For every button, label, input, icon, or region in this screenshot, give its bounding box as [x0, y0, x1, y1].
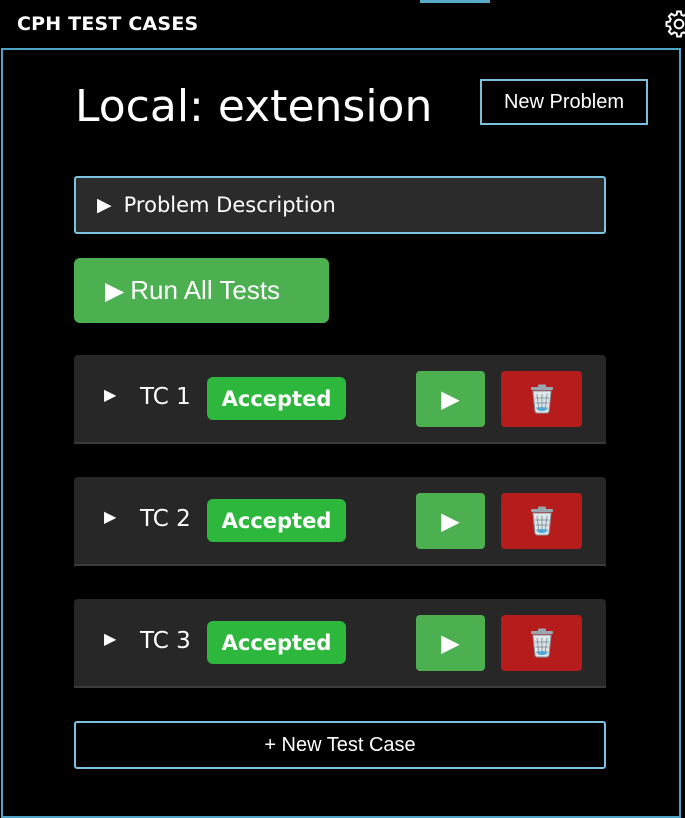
play-icon: ▶: [441, 629, 460, 657]
trash-icon: [530, 628, 553, 658]
expand-arrow-icon[interactable]: ▶: [104, 507, 116, 526]
run-test-button[interactable]: ▶: [416, 615, 485, 671]
run-all-tests-label: Run All Tests: [130, 275, 281, 305]
gear-icon[interactable]: [664, 9, 685, 39]
problem-description-label: Problem Description: [123, 193, 336, 217]
test-case-name: TC 1: [140, 384, 191, 410]
play-icon: ▶: [105, 276, 125, 305]
panel-title: CPH TEST CASES: [17, 13, 199, 35]
trash-icon: [530, 506, 553, 536]
new-problem-button[interactable]: New Problem: [480, 79, 648, 125]
test-case-row: ▶ TC 2 Accepted ▶: [74, 477, 606, 566]
expand-arrow-icon[interactable]: ▶: [104, 385, 116, 404]
test-case-name: TC 3: [140, 628, 191, 654]
problem-description-toggle[interactable]: ▶ Problem Description: [74, 176, 606, 234]
active-tab-indicator: [420, 0, 490, 3]
delete-test-button[interactable]: [501, 493, 582, 549]
page-title: Local: extension: [75, 81, 433, 132]
expand-arrow-icon[interactable]: ▶: [104, 629, 116, 648]
status-badge: Accepted: [207, 621, 346, 664]
test-case-row: ▶ TC 1 Accepted ▶: [74, 355, 606, 444]
play-icon: ▶: [441, 507, 460, 535]
new-test-case-button[interactable]: + New Test Case: [74, 721, 606, 769]
run-test-button[interactable]: ▶: [416, 371, 485, 427]
panel-header: CPH TEST CASES: [0, 0, 685, 48]
status-badge: Accepted: [207, 499, 346, 542]
delete-test-button[interactable]: [501, 615, 582, 671]
test-case-name: TC 2: [140, 506, 191, 532]
run-test-button[interactable]: ▶: [416, 493, 485, 549]
test-case-row: ▶ TC 3 Accepted ▶: [74, 599, 606, 688]
expand-arrow-icon: ▶: [97, 194, 112, 216]
play-icon: ▶: [441, 385, 460, 413]
status-badge: Accepted: [207, 377, 346, 420]
trash-icon: [530, 384, 553, 414]
run-all-tests-button[interactable]: ▶ Run All Tests: [74, 258, 329, 323]
delete-test-button[interactable]: [501, 371, 582, 427]
